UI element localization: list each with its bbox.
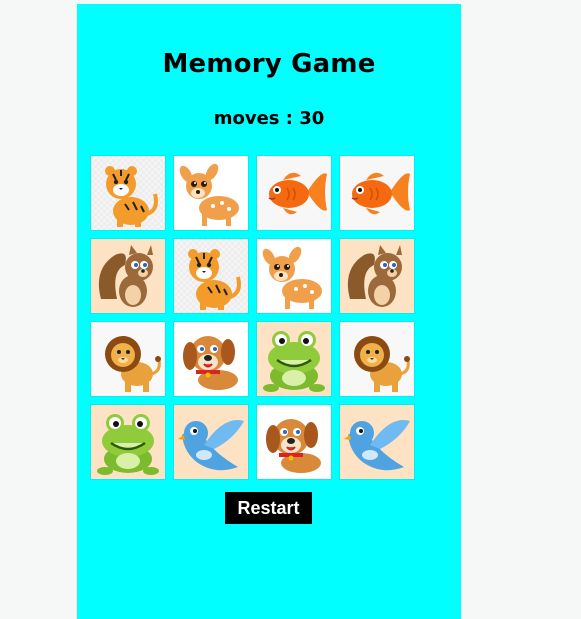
deer-icon bbox=[174, 156, 248, 230]
squirrel-icon bbox=[340, 239, 414, 313]
game-panel: Memory Game moves : 30 Restart bbox=[77, 4, 461, 619]
goldfish-icon bbox=[257, 156, 331, 230]
restart-button[interactable]: Restart bbox=[225, 492, 312, 524]
tiger-icon bbox=[174, 239, 248, 313]
puppy-icon bbox=[257, 405, 331, 479]
card-deer[interactable] bbox=[257, 239, 331, 313]
card-goldfish[interactable] bbox=[257, 156, 331, 230]
lion-icon bbox=[91, 322, 165, 396]
card-tiger[interactable] bbox=[174, 239, 248, 313]
card-puppy[interactable] bbox=[257, 405, 331, 479]
card-puppy[interactable] bbox=[174, 322, 248, 396]
deer-icon bbox=[257, 239, 331, 313]
card-bird[interactable] bbox=[174, 405, 248, 479]
puppy-icon bbox=[174, 322, 248, 396]
lion-icon bbox=[340, 322, 414, 396]
tiger-icon bbox=[91, 156, 165, 230]
goldfish-icon bbox=[340, 156, 414, 230]
frog-icon bbox=[257, 322, 331, 396]
card-frog[interactable] bbox=[257, 322, 331, 396]
card-deer[interactable] bbox=[174, 156, 248, 230]
card-squirrel[interactable] bbox=[91, 239, 165, 313]
page: Memory Game moves : 30 Restart bbox=[0, 0, 581, 619]
bird-icon bbox=[340, 405, 414, 479]
card-grid bbox=[91, 156, 421, 479]
game-title: Memory Game bbox=[162, 49, 376, 79]
squirrel-icon bbox=[91, 239, 165, 313]
frog-icon bbox=[91, 405, 165, 479]
card-frog[interactable] bbox=[91, 405, 165, 479]
card-squirrel[interactable] bbox=[340, 239, 414, 313]
bird-icon bbox=[174, 405, 248, 479]
moves-counter: moves : 30 bbox=[213, 108, 325, 129]
card-lion[interactable] bbox=[340, 322, 414, 396]
card-bird[interactable] bbox=[340, 405, 414, 479]
card-lion[interactable] bbox=[91, 322, 165, 396]
card-tiger[interactable] bbox=[91, 156, 165, 230]
card-goldfish[interactable] bbox=[340, 156, 414, 230]
